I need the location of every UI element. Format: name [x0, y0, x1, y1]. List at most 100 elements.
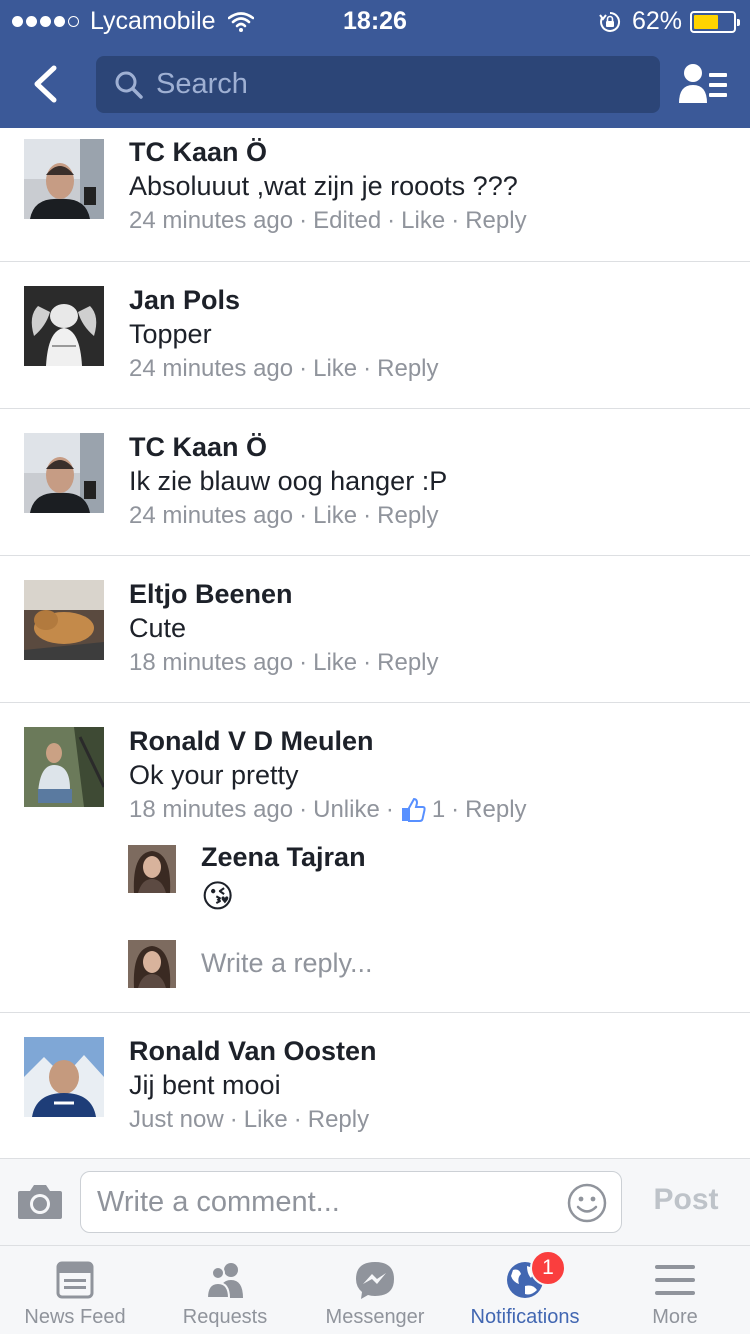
comment-text: Cute	[129, 613, 187, 643]
comment-time[interactable]: 24 minutes ago	[129, 206, 293, 236]
comment-author[interactable]: Jan Pols	[129, 284, 439, 316]
sticker-button[interactable]	[567, 1183, 607, 1223]
write-reply-input[interactable]: Write a reply...	[201, 948, 373, 979]
menu-icon	[655, 1265, 695, 1295]
search-icon	[115, 71, 143, 99]
comment-time[interactable]: 24 minutes ago	[129, 501, 293, 531]
comment-item: Eltjo Beenen Cute 18 minutes ago · Like …	[0, 556, 750, 703]
comment-author[interactable]: Ronald V D Meulen	[129, 725, 527, 757]
avatar[interactable]	[24, 139, 104, 219]
comment-author[interactable]: TC Kaan Ö	[129, 431, 447, 463]
tab-notifications[interactable]: 1 Notifications	[450, 1246, 600, 1334]
comment-meta: 24 minutes ago · Edited · Like · Reply	[129, 206, 527, 236]
separator-dot: ·	[451, 207, 460, 234]
like-count[interactable]: 1	[400, 795, 445, 825]
rotation-lock-icon	[598, 10, 622, 34]
comment-text: Jij bent mooi	[129, 1070, 281, 1100]
avatar[interactable]	[24, 1037, 104, 1117]
edited-label[interactable]: Edited	[313, 206, 381, 236]
comment-body: Ronald V D Meulen Ok your pretty 18 minu…	[129, 725, 527, 825]
status-right: 62%	[598, 7, 740, 36]
comment-time[interactable]: Just now	[129, 1105, 224, 1135]
app-header: Lycamobile 18:26 62%	[0, 0, 750, 128]
comment-body: Jan Pols Topper 24 minutes ago · Like · …	[129, 284, 439, 384]
reply-link[interactable]: Reply	[377, 501, 438, 531]
tab-requests[interactable]: Requests	[150, 1246, 300, 1334]
avatar[interactable]	[24, 580, 104, 660]
reply-link[interactable]: Reply	[377, 354, 438, 384]
reply-link[interactable]: Reply	[308, 1105, 369, 1135]
comment-author[interactable]: TC Kaan Ö	[129, 136, 527, 168]
comment-composer: Post	[0, 1158, 750, 1246]
news-feed-icon	[56, 1261, 94, 1299]
comment-meta: 24 minutes ago · Like · Reply	[129, 354, 439, 384]
nav-row	[0, 48, 750, 120]
reply-emoji: 😘	[201, 878, 235, 914]
comment-body: Ronald Van Oosten Jij bent mooi Just now…	[129, 1035, 377, 1135]
comment-list: TC Kaan Ö Absoluuut ,wat zijn je rooots …	[0, 128, 750, 1160]
reply-link[interactable]: Reply	[377, 648, 438, 678]
like-link[interactable]: Like	[244, 1105, 288, 1135]
tab-more[interactable]: More	[600, 1246, 750, 1334]
like-link[interactable]: Like	[401, 206, 445, 236]
comment-author[interactable]: Ronald Van Oosten	[129, 1035, 377, 1067]
battery-cap	[737, 18, 740, 26]
messenger-icon	[356, 1262, 394, 1299]
comment-text: Absoluuut ,wat zijn je rooots ???	[129, 171, 518, 201]
back-button[interactable]	[20, 58, 70, 110]
comment-text: Ok your pretty	[129, 760, 299, 790]
separator-dot: ·	[299, 355, 308, 382]
separator-dot: ·	[451, 796, 460, 823]
reply-link[interactable]: Reply	[465, 206, 526, 236]
comment-item: Jan Pols Topper 24 minutes ago · Like · …	[0, 262, 750, 409]
friends-list-button[interactable]	[676, 60, 732, 108]
search-bar[interactable]	[96, 56, 660, 113]
separator-dot: ·	[299, 207, 308, 234]
comment-meta: 24 minutes ago · Like · Reply	[129, 501, 447, 531]
separator-dot: ·	[229, 1106, 238, 1133]
like-link[interactable]: Like	[313, 354, 357, 384]
like-link[interactable]: Like	[313, 501, 357, 531]
comment-text: Topper	[129, 319, 212, 349]
comment-input[interactable]	[97, 1184, 557, 1220]
current-user-avatar	[128, 940, 176, 988]
comment-time[interactable]: 24 minutes ago	[129, 354, 293, 384]
tab-bar: News Feed Requests Messenger 1 Notificat…	[0, 1246, 750, 1334]
unlike-link[interactable]: Unlike	[313, 795, 380, 825]
tab-label: News Feed	[24, 1306, 126, 1328]
comment-item: Ronald V D Meulen Ok your pretty 18 minu…	[0, 703, 750, 1013]
comment-field[interactable]	[80, 1171, 622, 1233]
reply-avatar[interactable]	[128, 845, 176, 893]
like-count-value: 1	[431, 796, 446, 823]
avatar[interactable]	[24, 727, 104, 807]
avatar[interactable]	[24, 433, 104, 513]
tab-label: Notifications	[470, 1306, 580, 1328]
separator-dot: ·	[293, 1106, 302, 1133]
tab-label: Messenger	[325, 1306, 425, 1328]
tab-label: Requests	[182, 1306, 268, 1328]
reply-author[interactable]: Zeena Tajran	[201, 841, 366, 873]
tab-news-feed[interactable]: News Feed	[0, 1246, 150, 1334]
tab-label: More	[652, 1306, 698, 1328]
avatar[interactable]	[24, 286, 104, 366]
camera-button[interactable]	[16, 1181, 64, 1221]
comment-time[interactable]: 18 minutes ago	[129, 648, 293, 678]
separator-dot: ·	[299, 796, 308, 823]
tab-messenger[interactable]: Messenger	[300, 1246, 450, 1334]
comment-item: TC Kaan Ö Ik zie blauw oog hanger :P 24 …	[0, 409, 750, 556]
battery-level	[694, 14, 718, 29]
like-link[interactable]: Like	[313, 648, 357, 678]
reply-link[interactable]: Reply	[465, 795, 526, 825]
status-bar: Lycamobile 18:26 62%	[0, 0, 750, 40]
post-button[interactable]: Post	[636, 1183, 736, 1217]
comment-author[interactable]: Eltjo Beenen	[129, 578, 439, 610]
comment-meta: 18 minutes ago · Like · Reply	[129, 648, 439, 678]
separator-dot: ·	[299, 649, 308, 676]
comment-text: Ik zie blauw oog hanger :P	[129, 466, 448, 496]
comment-body: TC Kaan Ö Ik zie blauw oog hanger :P 24 …	[129, 431, 447, 531]
comment-time[interactable]: 18 minutes ago	[129, 795, 293, 825]
camera-icon	[18, 1185, 62, 1219]
search-input[interactable]	[156, 68, 636, 101]
comment-item: TC Kaan Ö Absoluuut ,wat zijn je rooots …	[0, 128, 750, 262]
notification-badge: 1	[530, 1250, 566, 1286]
